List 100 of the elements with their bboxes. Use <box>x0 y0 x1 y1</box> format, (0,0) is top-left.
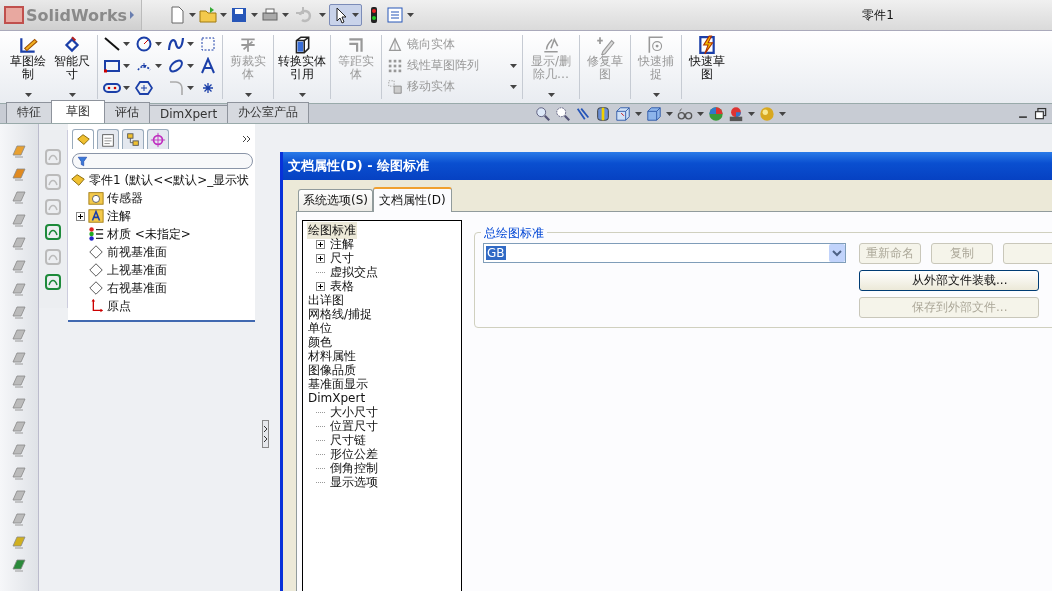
load-button[interactable]: 从外部文件装载... <box>859 270 1039 291</box>
dotted-rectangle-icon[interactable] <box>199 35 217 53</box>
dimension-icon <box>62 35 82 55</box>
caret-icon[interactable] <box>298 93 306 97</box>
caret-icon[interactable] <box>187 86 194 90</box>
filter-field[interactable] <box>72 153 253 169</box>
tree-item[interactable]: 绘图标准 <box>307 221 357 239</box>
ribbon-button[interactable]: 快速草图 <box>685 31 729 103</box>
dimxpert-manager-tab[interactable] <box>147 129 169 149</box>
plane-icon <box>88 280 104 296</box>
circle-icon[interactable] <box>135 35 153 53</box>
caret-icon[interactable] <box>123 42 130 46</box>
tree-item[interactable]: 原点 <box>107 297 131 315</box>
caret-icon[interactable] <box>748 111 755 116</box>
restore-icon[interactable] <box>1034 106 1048 121</box>
caret-icon[interactable] <box>155 64 162 68</box>
caret-icon[interactable] <box>666 111 673 116</box>
caret-icon[interactable] <box>24 93 32 97</box>
command-tab[interactable]: 草图 <box>51 100 105 123</box>
cube-icon[interactable] <box>646 105 662 122</box>
color-ball-icon[interactable] <box>708 105 724 122</box>
pencil-icon <box>18 35 38 55</box>
scene-icon[interactable] <box>728 105 744 122</box>
chevron-icon[interactable] <box>242 135 251 143</box>
relations-icon <box>541 35 561 55</box>
previous-view-icon[interactable] <box>575 105 591 122</box>
part-icon <box>70 172 86 188</box>
caret-icon[interactable] <box>251 13 259 17</box>
feature-tool-icon[interactable] <box>10 556 28 574</box>
caret-icon[interactable] <box>779 111 786 116</box>
caret-icon[interactable] <box>123 64 130 68</box>
tree-item[interactable]: 右视基准面 <box>107 279 167 297</box>
caret-icon[interactable] <box>189 13 197 17</box>
command-tab[interactable]: DimXpert <box>149 105 229 123</box>
caret-icon[interactable] <box>155 42 162 46</box>
tree-item[interactable]: 传感器 <box>107 189 143 207</box>
ribbon-button[interactable]: 草图绘制 <box>6 31 50 103</box>
polygon-icon[interactable] <box>135 79 153 97</box>
caret-icon[interactable] <box>187 64 194 68</box>
tree-item[interactable]: 材质 <未指定> <box>107 225 191 243</box>
curve-tool-icon[interactable] <box>44 223 62 241</box>
material-icon <box>88 226 104 242</box>
expand-icon[interactable] <box>76 211 85 221</box>
window-title: 零件1 <box>861 6 895 24</box>
crosshair-icon <box>150 131 166 148</box>
caret-icon[interactable] <box>220 13 228 17</box>
feature-tool-icon[interactable] <box>10 142 28 160</box>
standard-dropdown[interactable]: GB <box>483 243 846 263</box>
pen-icon <box>595 35 615 55</box>
select-button[interactable] <box>329 4 363 26</box>
snap-icon <box>646 35 666 55</box>
zoom-area-icon[interactable] <box>555 105 571 122</box>
feature-tool-icon[interactable] <box>10 165 28 183</box>
caret-icon[interactable] <box>635 111 642 116</box>
feature-manager-tab[interactable] <box>72 129 94 149</box>
caret-icon[interactable] <box>352 13 360 17</box>
line-icon[interactable] <box>103 35 121 53</box>
view-cube-icon[interactable] <box>615 105 631 122</box>
expand-arrow-icon[interactable] <box>129 11 136 19</box>
caret-icon[interactable] <box>407 13 415 17</box>
expand-icon[interactable] <box>315 253 325 263</box>
dialog-tab[interactable]: 系统选项(S) <box>298 189 373 211</box>
save-icon[interactable] <box>230 6 249 24</box>
offset-icon <box>346 35 366 55</box>
caret-icon[interactable] <box>123 86 130 90</box>
section-view-icon[interactable] <box>595 105 611 122</box>
caret-icon[interactable] <box>282 13 290 17</box>
logo-icon <box>4 6 24 24</box>
curve-tool-icon[interactable] <box>44 273 62 291</box>
ellipse-icon[interactable] <box>167 57 185 75</box>
dialog-tab[interactable]: 文档属性(D) <box>373 187 452 212</box>
print-icon[interactable] <box>261 6 280 24</box>
caret-icon[interactable] <box>68 93 76 97</box>
tree-item[interactable]: 上视基准面 <box>107 261 167 279</box>
plane-icon <box>88 244 104 260</box>
caret-icon[interactable] <box>319 13 327 17</box>
tree-item[interactable]: 零件1 (默认<<默认>_显示状 <box>89 171 250 189</box>
part-icon <box>75 131 91 148</box>
zoom-to-fit-icon[interactable] <box>535 105 551 122</box>
spline-icon[interactable] <box>167 35 185 53</box>
tree-item[interactable]: DimXpert <box>307 391 367 405</box>
hierarchy-icon <box>125 131 141 148</box>
command-tab[interactable]: 特征 <box>6 102 52 123</box>
ribbon-button[interactable]: 智能尺寸 <box>50 31 94 103</box>
lightning-icon <box>697 35 717 55</box>
expand-icon[interactable] <box>315 281 325 291</box>
caret-icon[interactable] <box>187 42 194 46</box>
tree-item[interactable]: 注解 <box>107 207 131 225</box>
caret-icon[interactable] <box>697 111 704 116</box>
app-logo: SolidWorks <box>26 5 128 25</box>
tree-item[interactable]: 前视基准面 <box>107 243 167 261</box>
command-tab[interactable]: 评估 <box>104 102 150 123</box>
configuration-manager-tab[interactable] <box>122 129 144 149</box>
rectangle-icon[interactable] <box>103 57 121 75</box>
expand-icon[interactable] <box>315 239 325 249</box>
command-tab[interactable]: 办公室产品 <box>227 102 310 123</box>
letter-icon[interactable] <box>199 57 217 75</box>
sheet-icon <box>100 131 116 148</box>
splitter-handle[interactable] <box>262 420 269 448</box>
property-manager-tab[interactable] <box>97 129 119 149</box>
